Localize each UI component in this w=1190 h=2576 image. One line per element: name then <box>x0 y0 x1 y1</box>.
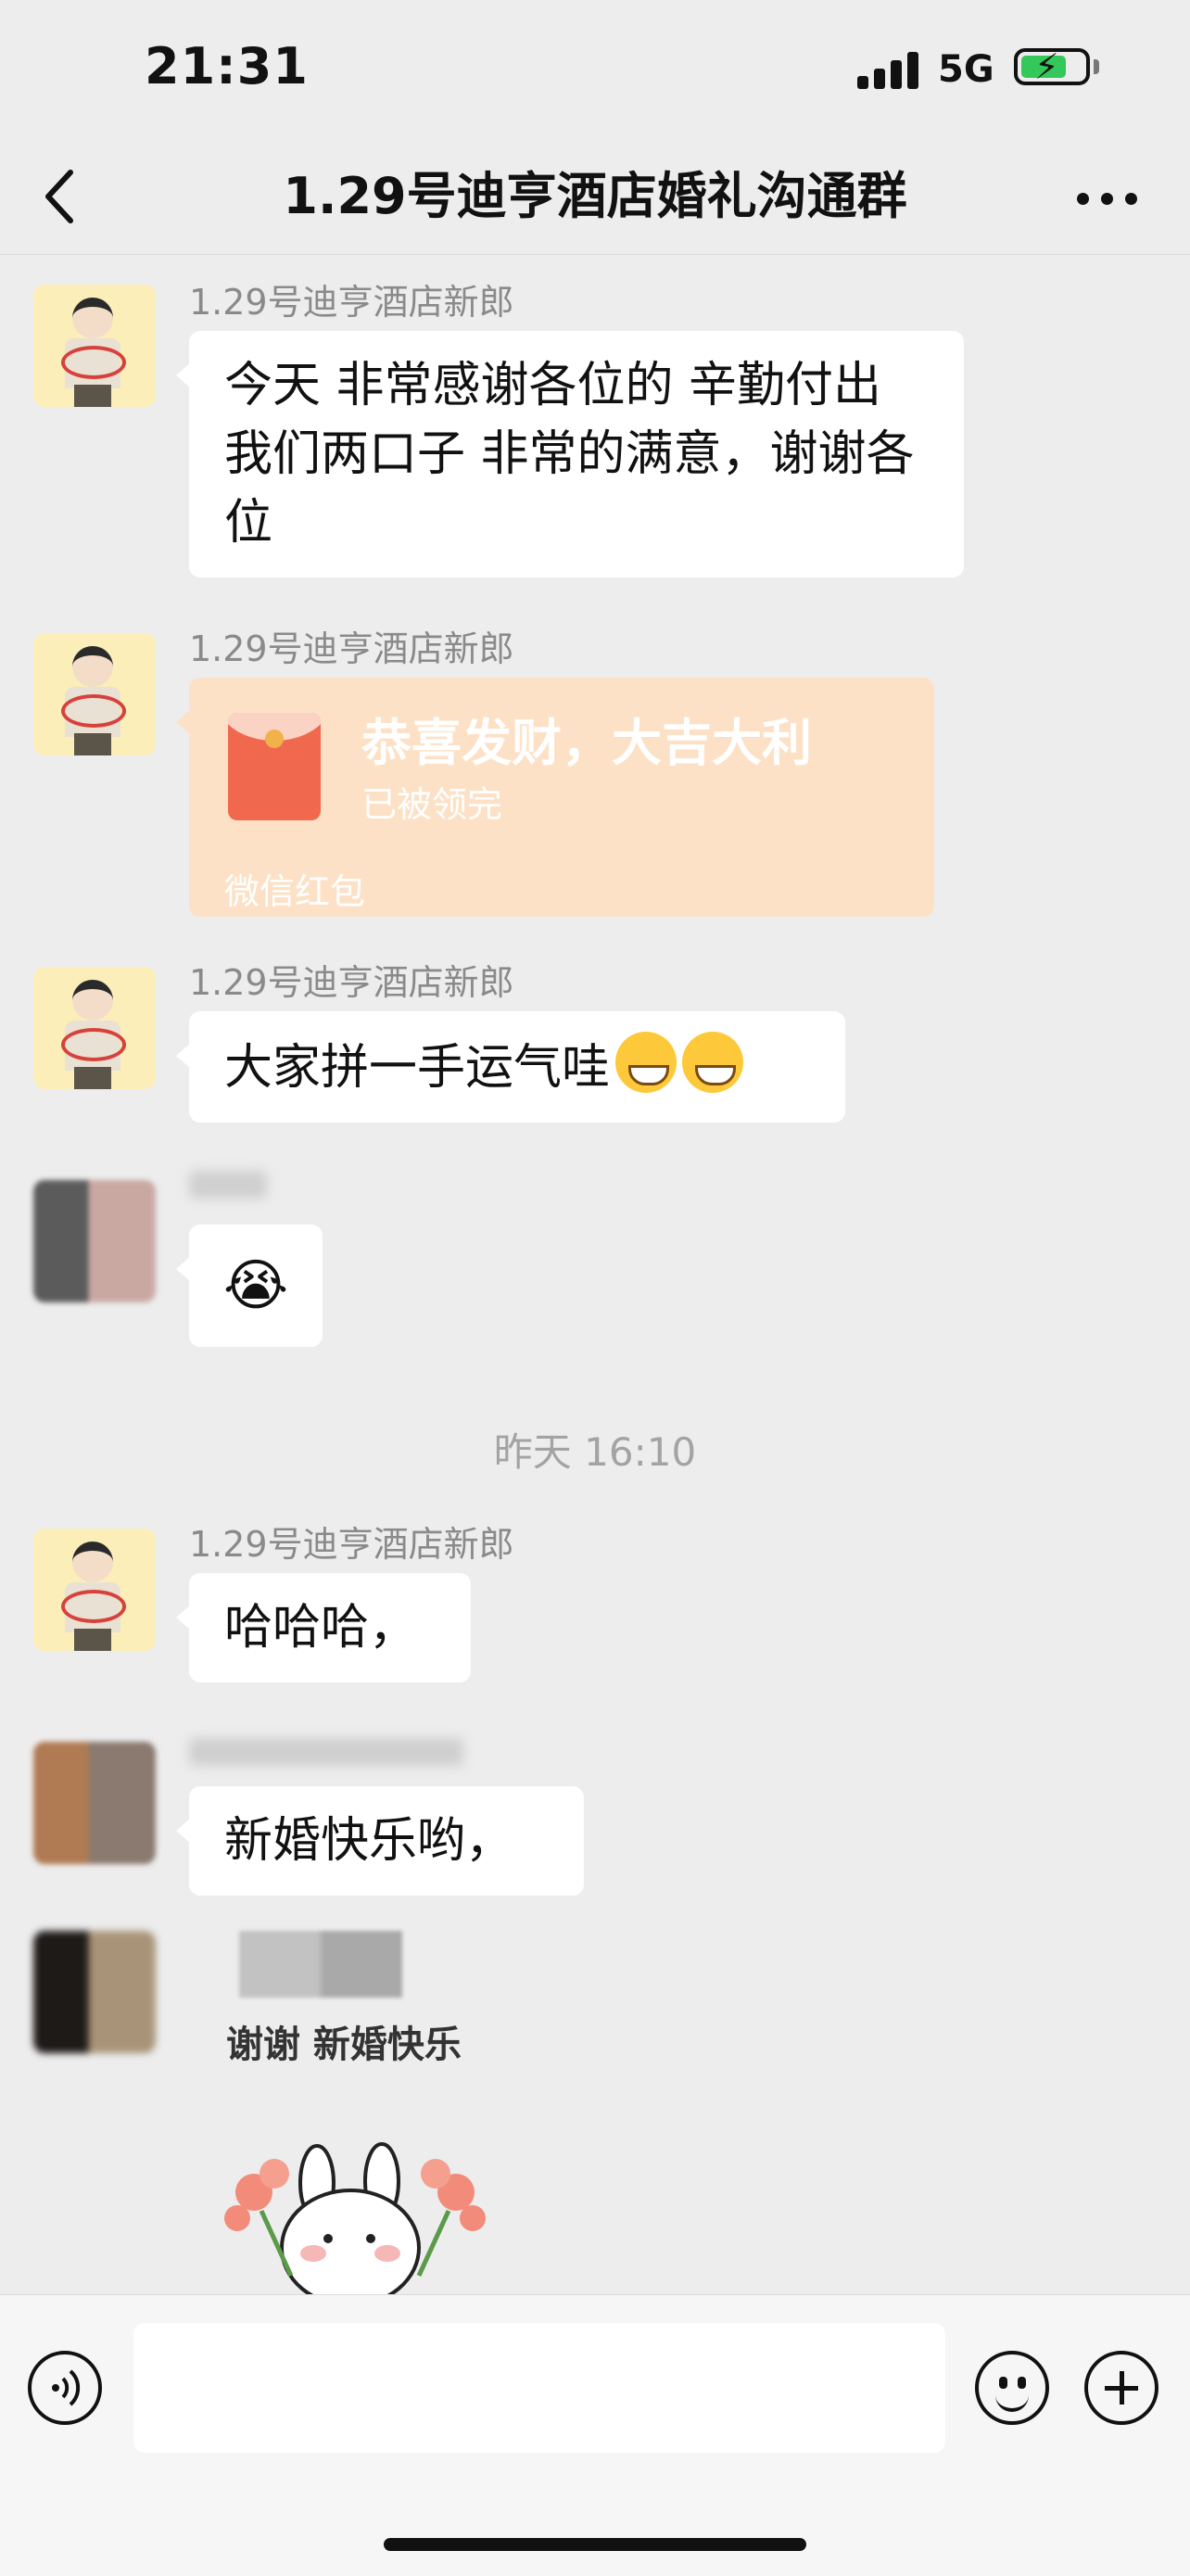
message-bubble[interactable]: 大家拼一手运气哇 <box>176 1011 845 1123</box>
input-bar <box>0 2294 1190 2576</box>
avatar[interactable] <box>33 1931 156 2053</box>
more-button[interactable] <box>1066 159 1149 234</box>
sticker-caption: 谢谢 新婚快乐 <box>226 2024 462 2066</box>
avatar[interactable] <box>33 1742 156 1864</box>
avatar[interactable] <box>33 285 156 407</box>
red-packet-footer: 微信红包 <box>224 871 366 912</box>
grin-emoji-icon <box>682 1032 744 1093</box>
voice-icon <box>52 2369 81 2406</box>
chat-title: 1.29号迪亨酒店婚礼沟通群 <box>283 167 907 225</box>
voice-button[interactable] <box>28 2351 102 2425</box>
sender-name: 1.29号迪亨酒店新郎 <box>189 282 514 323</box>
avatar[interactable] <box>33 1529 156 1651</box>
red-packet-status: 已被领完 <box>361 784 503 825</box>
nav-bar: 1.29号迪亨酒店婚礼沟通群 <box>0 139 1190 255</box>
battery-icon: ⚡ <box>1014 46 1090 87</box>
avatar[interactable] <box>33 633 156 755</box>
avatar[interactable] <box>33 1180 156 1302</box>
red-packet-title: 恭喜发财，大吉大利 <box>361 714 812 772</box>
message-input[interactable] <box>133 2323 945 2453</box>
sender-name-blurred <box>189 1171 267 1199</box>
grin-emoji-icon <box>615 1032 677 1093</box>
sender-name: 1.29号迪亨酒店新郎 <box>189 962 514 1003</box>
sender-name: 1.29号迪亨酒店新郎 <box>189 628 514 669</box>
sender-name-blurred <box>189 1738 463 1766</box>
sender-name: 1.29号迪亨酒店新郎 <box>189 1524 514 1565</box>
message-bubble[interactable]: 新婚快乐哟， <box>176 1786 584 1896</box>
message-bubble[interactable]: 哈哈哈， <box>176 1573 471 1682</box>
emoji-button[interactable] <box>975 2351 1049 2425</box>
sticker-header-blurred <box>239 1931 402 1998</box>
avatar[interactable] <box>33 967 156 1089</box>
emoji-bubble[interactable]: 😭 <box>176 1225 323 1347</box>
signal-icon <box>857 48 920 89</box>
red-packet-icon <box>228 713 321 820</box>
home-indicator <box>384 2538 806 2551</box>
time-divider: 昨天 16:10 <box>493 1429 697 1475</box>
status-time: 21:31 <box>145 37 309 95</box>
battery-cap <box>1094 59 1099 74</box>
more-actions-button[interactable] <box>1084 2351 1158 2425</box>
network-type: 5G <box>938 48 994 91</box>
chat-area[interactable]: 1.29号迪亨酒店新郎 今天 非常感谢各位的 辛勤付出 我们两口子 非常的满意，… <box>0 255 1190 2294</box>
bunny-sticker[interactable] <box>217 2137 495 2294</box>
message-text: 大家拼一手运气哇 <box>224 1040 611 1096</box>
message-bubble[interactable]: 今天 非常感谢各位的 辛勤付出 我们两口子 非常的满意，谢谢各位 <box>176 331 964 577</box>
red-packet[interactable]: 恭喜发财，大吉大利 已被领完 微信红包 <box>176 678 934 917</box>
status-bar: 21:31 5G ⚡ <box>0 0 1190 139</box>
